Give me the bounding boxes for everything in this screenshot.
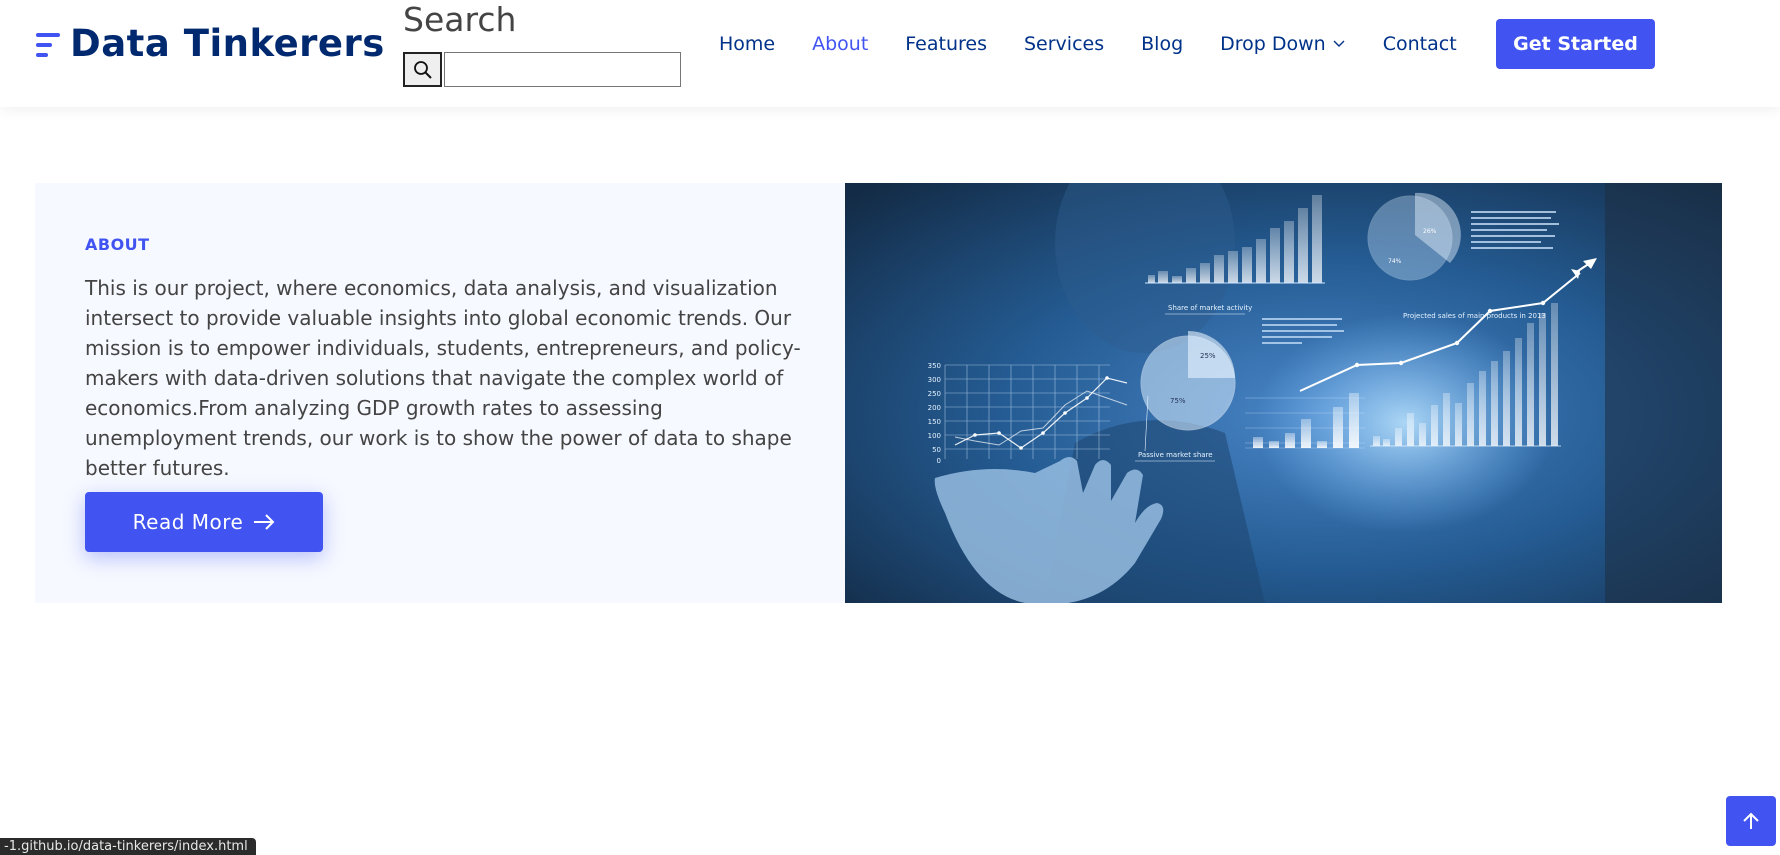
data-visualization-image: 26% 74% 350300250 200150100 500 25% 75% … [845,183,1722,603]
logo-icon [34,28,62,60]
read-more-button[interactable]: Read More [85,492,323,552]
chevron-down-icon [1333,40,1345,47]
svg-text:250: 250 [928,390,941,398]
nav-contact[interactable]: Contact [1383,33,1457,55]
nav-services-label: Services [1024,33,1105,55]
nav-home-label: Home [719,33,776,55]
search-button[interactable] [403,52,442,87]
svg-text:300: 300 [928,376,941,384]
svg-text:74%: 74% [1388,258,1402,265]
svg-text:100: 100 [928,432,941,440]
passive-market-label: Passive market share [1138,451,1213,459]
pie-label-a: 25% [1200,352,1216,360]
logo[interactable]: Data Tinkerers [34,22,385,65]
main-nav: Home About Features Services Blog Drop D… [719,0,1494,88]
logo-text: Data Tinkerers [70,22,385,65]
search-icon [413,60,432,79]
get-started-button[interactable]: Get Started [1496,19,1655,69]
nav-services[interactable]: Services [1024,33,1104,55]
site-header: Data Tinkerers Search Home About Feature… [0,0,1780,107]
back-to-top-button[interactable] [1726,796,1776,846]
nav-features-label: Features [905,33,987,55]
nav-features[interactable]: Features [905,33,987,55]
svg-text:50: 50 [932,446,941,454]
nav-about-label: About [812,33,869,55]
about-heading: ABOUT [85,235,150,254]
about-image: 26% 74% 350 300 250 200 150 100 50 0 25%… [845,183,1722,603]
svg-text:200: 200 [928,404,941,412]
read-more-label: Read More [132,510,244,534]
svg-text:350: 350 [928,362,941,370]
arrow-up-icon [1743,812,1759,829]
svg-text:26%: 26% [1423,228,1437,235]
nav-blog-label: Blog [1141,33,1184,55]
about-content: ABOUT This is our project, where economi… [35,183,845,603]
nav-contact-label: Contact [1382,33,1457,55]
nav-blog[interactable]: Blog [1141,33,1183,55]
search-block: Search [403,0,681,87]
share-of-market-label: Share of market activity [1168,304,1252,312]
search-input[interactable] [444,52,681,87]
status-url: -1.github.io/data-tinkerers/index.html [0,838,256,855]
search-row [403,52,681,87]
arrow-right-icon [253,514,275,530]
svg-text:0: 0 [937,457,941,465]
projected-sales-label: Projected sales of main products in 2013 [1403,312,1546,320]
nav-about[interactable]: About [812,33,868,55]
pie-label-b: 75% [1170,397,1186,405]
nav-dropdown-label: Drop Down [1220,33,1326,55]
nav-home[interactable]: Home [719,33,775,55]
search-title: Search [403,0,517,39]
nav-dropdown[interactable]: Drop Down [1220,33,1346,55]
svg-text:150: 150 [928,418,941,426]
about-text: This is our project, where economics, da… [85,276,801,480]
